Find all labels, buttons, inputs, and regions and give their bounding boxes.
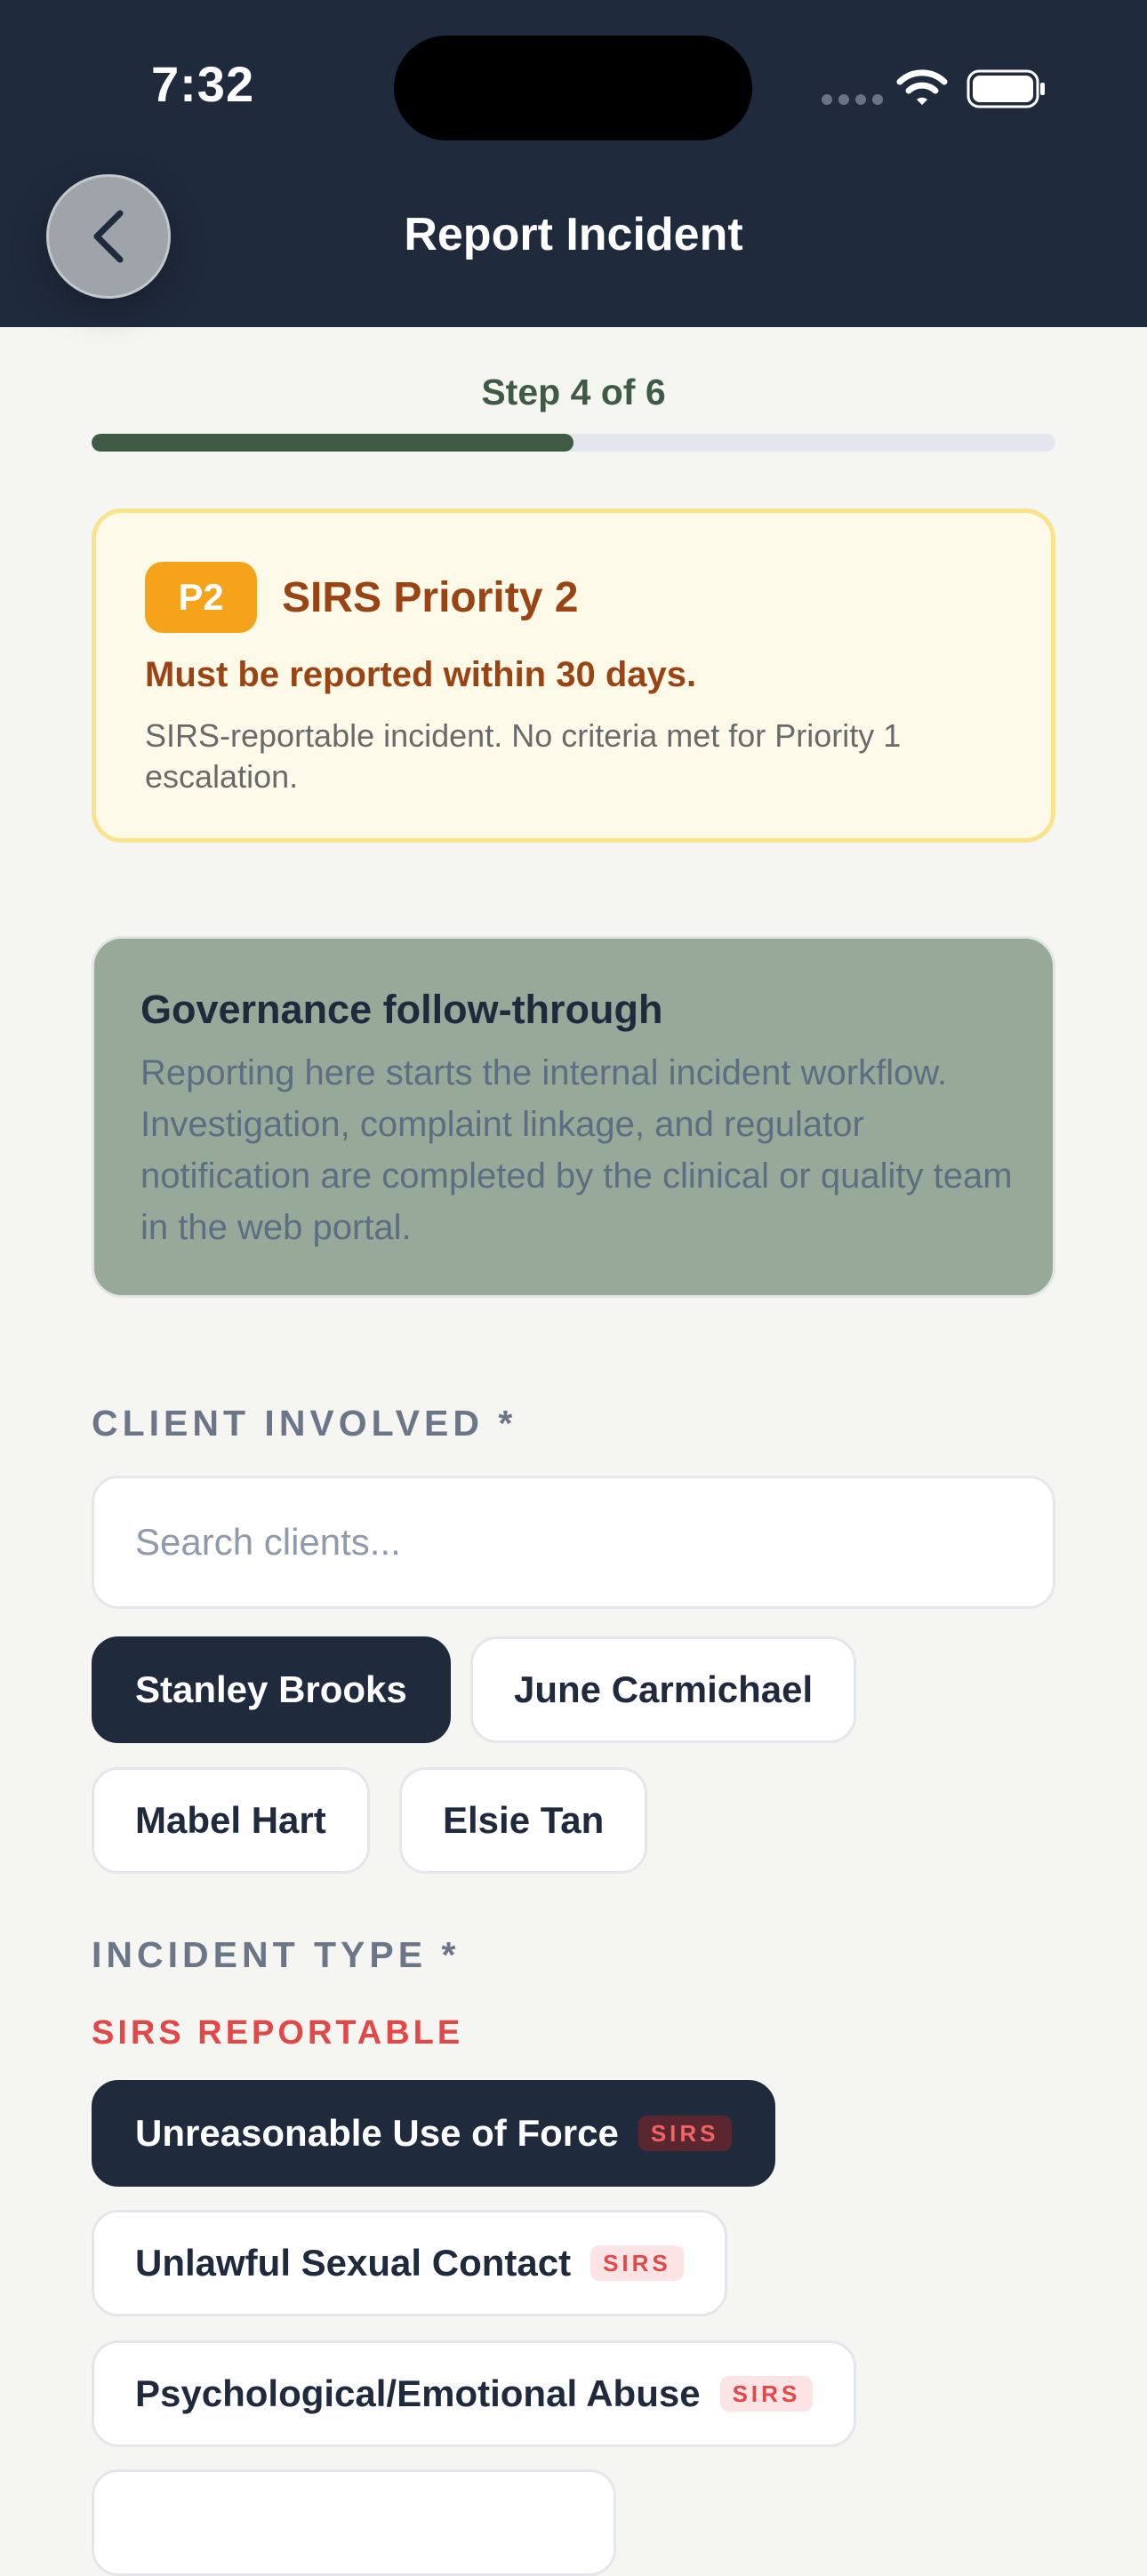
app-header: 7:32 Report Incident <box>0 0 1147 327</box>
client-chip-stanley-brooks[interactable]: Stanley Brooks <box>92 1636 451 1743</box>
priority-title: SIRS Priority 2 <box>282 574 579 621</box>
incident-type-psychological-emotional-abuse[interactable]: Psychological/Emotional Abuse SIRS <box>92 2340 857 2447</box>
wifi-icon <box>896 69 948 105</box>
incident-type-partial[interactable] <box>92 2469 616 2576</box>
client-chip-mabel-hart[interactable]: Mabel Hart <box>92 1767 370 1874</box>
governance-title: Governance follow-through <box>140 987 663 1032</box>
priority-deadline: Must be reported within 30 days. <box>145 655 697 694</box>
incident-type-unreasonable-use-of-force[interactable]: Unreasonable Use of Force SIRS <box>92 2080 775 2187</box>
client-section-label: CLIENT INVOLVED * <box>92 1403 517 1444</box>
client-search-input[interactable] <box>92 1476 1055 1609</box>
client-chip-label: June Carmichael <box>514 1668 814 1710</box>
client-chip-elsie-tan[interactable]: Elsie Tan <box>399 1767 648 1874</box>
client-chip-label: Mabel Hart <box>135 1799 326 1841</box>
sirs-badge: SIRS <box>590 2245 684 2281</box>
client-chip-label: Stanley Brooks <box>135 1668 407 1710</box>
battery-icon <box>967 69 1045 108</box>
sirs-group-label: SIRS REPORTABLE <box>92 2014 464 2052</box>
incident-section-label: INCIDENT TYPE * <box>92 1934 461 1975</box>
client-chip-june-carmichael[interactable]: June Carmichael <box>470 1636 857 1743</box>
incident-type-label: Unreasonable Use of Force <box>135 2112 619 2154</box>
status-time: 7:32 <box>151 56 255 112</box>
priority-description: SIRS-reportable incident. No criteria me… <box>145 717 902 795</box>
incident-type-unlawful-sexual-contact[interactable]: Unlawful Sexual Contact SIRS <box>92 2210 727 2316</box>
incident-type-label: Unlawful Sexual Contact <box>135 2242 572 2284</box>
progress-fill <box>92 434 574 452</box>
sirs-badge: SIRS <box>638 2116 732 2151</box>
sirs-badge: SIRS <box>719 2376 814 2412</box>
page-title: Report Incident <box>404 209 743 260</box>
step-indicator: Step 4 of 6 <box>481 372 666 412</box>
client-chip-label: Elsie Tan <box>443 1799 605 1841</box>
dynamic-island <box>394 36 752 140</box>
priority-badge: P2 <box>145 562 257 633</box>
incident-type-label: Psychological/Emotional Abuse <box>135 2372 701 2414</box>
cellular-signal-icon <box>822 94 883 105</box>
priority-card: P2 SIRS Priority 2 Must be reported with… <box>92 508 1055 843</box>
governance-card: Governance follow-through Reporting here… <box>92 936 1055 1298</box>
progress-bar <box>92 434 1055 452</box>
governance-body: Reporting here starts the internal incid… <box>140 1053 1013 1247</box>
